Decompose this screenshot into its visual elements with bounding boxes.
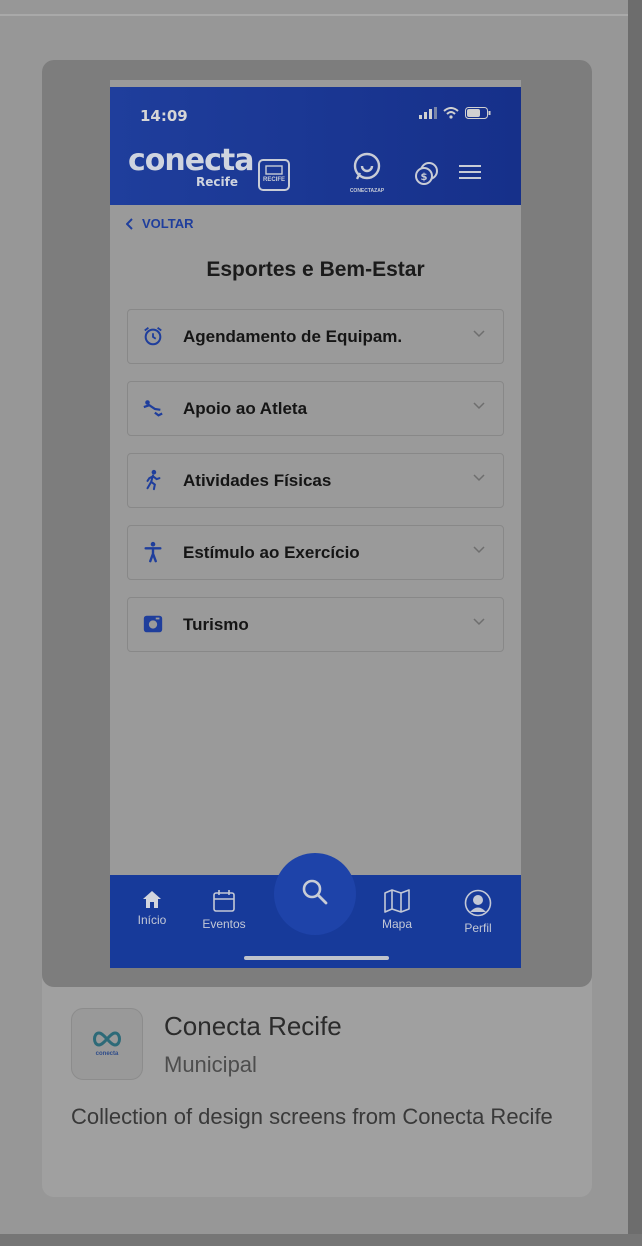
- accordion-label: Turismo: [183, 615, 249, 634]
- accordion-label: Atividades Físicas: [183, 471, 332, 490]
- accordion-estimulo-exercicio[interactable]: Estímulo ao Exercício: [127, 525, 504, 580]
- chevron-down-icon: [473, 474, 485, 482]
- tab-label: Início: [137, 913, 167, 927]
- page-title: Esportes e Bem-Estar: [206, 258, 425, 281]
- battery-icon: [465, 107, 491, 119]
- tab-perfil[interactable]: Perfil: [448, 889, 508, 935]
- tab-mapa[interactable]: Mapa: [367, 889, 427, 931]
- home-indicator: [244, 956, 389, 960]
- hamburger-menu-icon[interactable]: [459, 163, 481, 181]
- recife-crest-icon: RECIFE: [258, 159, 290, 191]
- calendar-icon: [213, 890, 235, 912]
- accordion-apoio-atleta[interactable]: Apoio ao Atleta: [127, 381, 504, 436]
- infinity-logo-icon: [93, 1031, 121, 1047]
- back-button[interactable]: VOLTAR: [126, 216, 194, 231]
- signal-icon: [419, 107, 437, 119]
- person-icon: [144, 541, 162, 563]
- chevron-left-icon: [126, 217, 133, 230]
- back-label: VOLTAR: [142, 216, 194, 231]
- status-time: 14:09: [140, 107, 188, 125]
- tab-label: Eventos: [202, 917, 246, 931]
- top-divider: [0, 14, 628, 16]
- user-avatar-icon: [464, 889, 492, 917]
- accordion-agendamento[interactable]: Agendamento de Equipam.: [127, 309, 504, 364]
- search-fab-button[interactable]: [274, 853, 356, 935]
- wifi-icon: [443, 107, 459, 119]
- chevron-down-icon: [473, 330, 485, 338]
- home-icon: [143, 891, 161, 908]
- accordion-turismo[interactable]: Turismo: [127, 597, 504, 652]
- accordion-atividades-fisicas[interactable]: Atividades Físicas: [127, 453, 504, 508]
- conecta-logo[interactable]: conecta Recife: [128, 143, 254, 190]
- crest-label: RECIFE: [263, 177, 286, 183]
- tab-label: Mapa: [381, 917, 413, 931]
- tab-eventos[interactable]: Eventos: [194, 889, 254, 931]
- app-icon: conecta: [71, 1008, 143, 1080]
- app-header: 14:09 conecta Recife RECIFE CONECTAZAP $: [110, 87, 521, 205]
- camera-icon: [143, 615, 163, 633]
- map-icon: [384, 889, 410, 913]
- scrollbar-track: [628, 0, 642, 1246]
- accordion-label: Apoio ao Atleta: [183, 399, 308, 418]
- chevron-down-icon: [473, 402, 485, 410]
- tab-inicio[interactable]: Início: [122, 889, 182, 927]
- accordion-label: Estímulo ao Exercício: [183, 543, 360, 562]
- tab-label: Perfil: [464, 921, 492, 935]
- whatsapp-icon: [353, 152, 381, 180]
- search-icon: [302, 879, 328, 905]
- accordion-label: Agendamento de Equipam.: [183, 327, 403, 346]
- app-name[interactable]: Conecta Recife: [164, 1011, 342, 1042]
- brand-sub: Recife: [196, 175, 238, 189]
- athlete-support-icon: [143, 400, 163, 417]
- app-category[interactable]: Municipal: [164, 1052, 257, 1078]
- phone-screen: 14:09 conecta Recife RECIFE CONECTAZAP $…: [110, 80, 521, 968]
- conectazap-button[interactable]: CONECTAZAP: [342, 151, 392, 197]
- status-icons: [419, 107, 491, 119]
- app-description: Collection of design screens from Conect…: [71, 1104, 553, 1129]
- chevron-down-icon: [473, 618, 485, 626]
- bottom-edge: [0, 1234, 642, 1246]
- svg-text:$: $: [421, 172, 428, 183]
- app-icon-text: conecta: [95, 1051, 119, 1057]
- alarm-clock-icon: [144, 327, 162, 346]
- conectazap-label: CONECTAZAP: [349, 188, 385, 194]
- brand-word: conecta: [128, 143, 254, 178]
- chevron-down-icon: [473, 546, 485, 554]
- running-icon: [146, 469, 161, 491]
- coins-icon[interactable]: $: [415, 161, 439, 185]
